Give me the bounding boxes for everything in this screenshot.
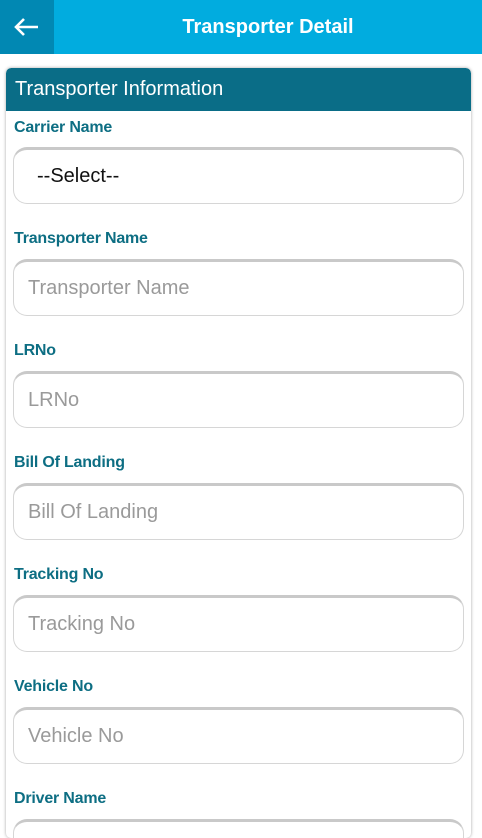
tracking-no-input[interactable]: Tracking No <box>13 595 464 652</box>
page-title: Transporter Detail <box>182 15 354 38</box>
driver-name-input[interactable]: Driver Name <box>13 819 464 838</box>
transporter-name-label: Transporter Name <box>14 229 148 247</box>
tracking-no-label: Tracking No <box>14 565 104 583</box>
lrno-input[interactable]: LRNo <box>13 371 464 428</box>
transporter-form: Carrier Name --Select-- Transporter Name… <box>6 111 471 838</box>
carrier-name-label: Carrier Name <box>14 118 113 136</box>
app-bar: Transporter Detail <box>0 0 482 54</box>
lrno-label: LRNo <box>14 341 56 359</box>
arrow-left-icon <box>14 18 38 36</box>
bill-of-landing-input[interactable]: Bill Of Landing <box>13 483 464 540</box>
transporter-info-card: Transporter Information Carrier Name --S… <box>6 68 471 838</box>
vehicle-no-label: Vehicle No <box>14 677 93 695</box>
carrier-name-select[interactable]: --Select-- <box>13 147 464 204</box>
card-header: Transporter Information <box>6 68 471 111</box>
vehicle-no-input[interactable]: Vehicle No <box>13 707 464 764</box>
driver-name-label: Driver Name <box>14 789 107 807</box>
bill-of-landing-label: Bill Of Landing <box>14 453 125 471</box>
back-button[interactable] <box>0 0 54 54</box>
transporter-name-input[interactable]: Transporter Name <box>13 259 464 316</box>
